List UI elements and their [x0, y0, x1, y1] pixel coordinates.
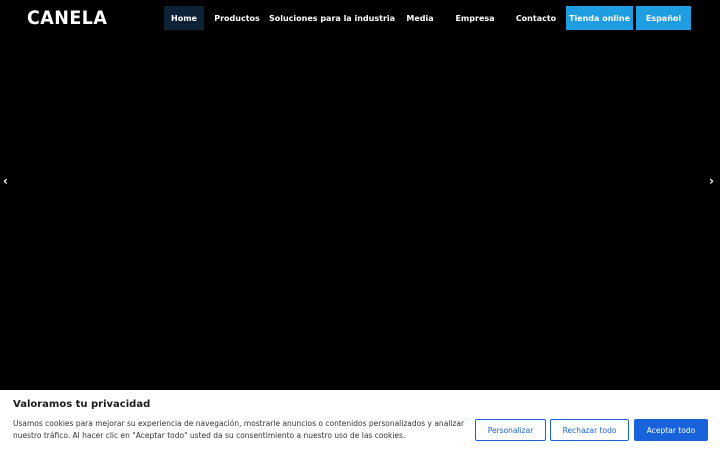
nav-products[interactable]: Productos — [212, 6, 262, 30]
nav-contact[interactable]: Contacto — [513, 6, 559, 30]
reject-all-cookies-button[interactable]: Rechazar todo — [550, 419, 629, 441]
hero-slider — [0, 36, 720, 390]
nav-home[interactable]: Home — [164, 6, 204, 30]
top-navbar: CANELA Home Productos Soluciones para la… — [0, 0, 720, 36]
slider-prev-icon[interactable]: ‹ — [3, 174, 8, 188]
nav-media[interactable]: Media — [402, 6, 438, 30]
nav-solutions[interactable]: Soluciones para la industria — [269, 6, 395, 30]
slider-next-icon[interactable]: › — [709, 174, 714, 188]
cookie-title: Valoramos tu privacidad — [13, 399, 151, 410]
cookie-description: Usamos cookies para mejorar su experienc… — [13, 419, 465, 440]
nav-company[interactable]: Empresa — [452, 6, 498, 30]
accept-all-cookies-button[interactable]: Aceptar todo — [634, 419, 708, 441]
cookie-consent-banner: Valoramos tu privacidad Usamos cookies p… — [0, 390, 720, 450]
customize-cookies-button[interactable]: Personalizar — [475, 419, 546, 441]
language-selector[interactable]: Español — [636, 6, 691, 30]
nav-online-shop-button[interactable]: Tienda online — [566, 6, 633, 30]
brand-logo[interactable]: CANELA — [27, 7, 107, 29]
